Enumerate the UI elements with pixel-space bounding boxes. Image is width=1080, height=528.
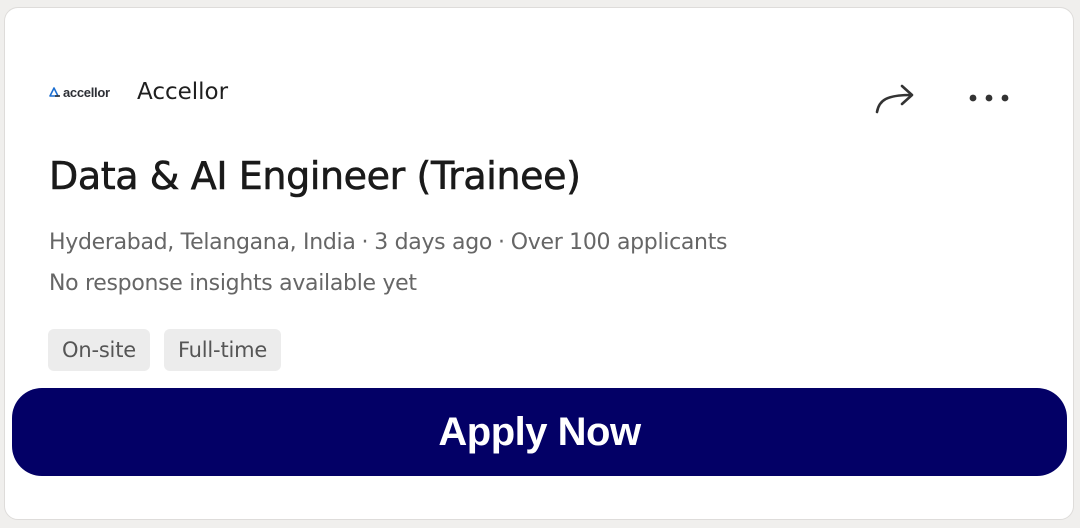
accellor-logo-mark-icon	[49, 87, 60, 97]
company-logo[interactable]: accellor	[49, 85, 129, 100]
more-options-button[interactable]	[961, 76, 1017, 120]
job-tags: On-site Full-time	[48, 329, 282, 371]
share-button[interactable]	[871, 76, 919, 120]
job-meta: Hyderabad, Telangana, India · 3 days ago · O…	[49, 230, 728, 255]
job-applicants: Over 100 applicants	[510, 230, 728, 255]
more-horizontal-icon	[969, 94, 1009, 102]
company-name[interactable]: Accellor	[137, 79, 228, 105]
company-row: accellor Accellor	[49, 72, 228, 112]
apply-now-button[interactable]: Apply Now	[12, 388, 1067, 476]
separator: ·	[361, 230, 369, 255]
job-title[interactable]: Data & AI Engineer (Trainee)	[49, 154, 582, 199]
job-location: Hyderabad, Telangana, India	[49, 230, 356, 255]
job-posted-time: 3 days ago	[374, 230, 493, 255]
tag-job-type: Full-time	[163, 329, 282, 371]
tag-workplace: On-site	[48, 329, 150, 371]
share-arrow-icon	[875, 84, 914, 114]
logo-text: accellor	[63, 84, 110, 100]
response-insights: No response insights available yet	[49, 271, 417, 296]
separator: ·	[498, 230, 505, 255]
